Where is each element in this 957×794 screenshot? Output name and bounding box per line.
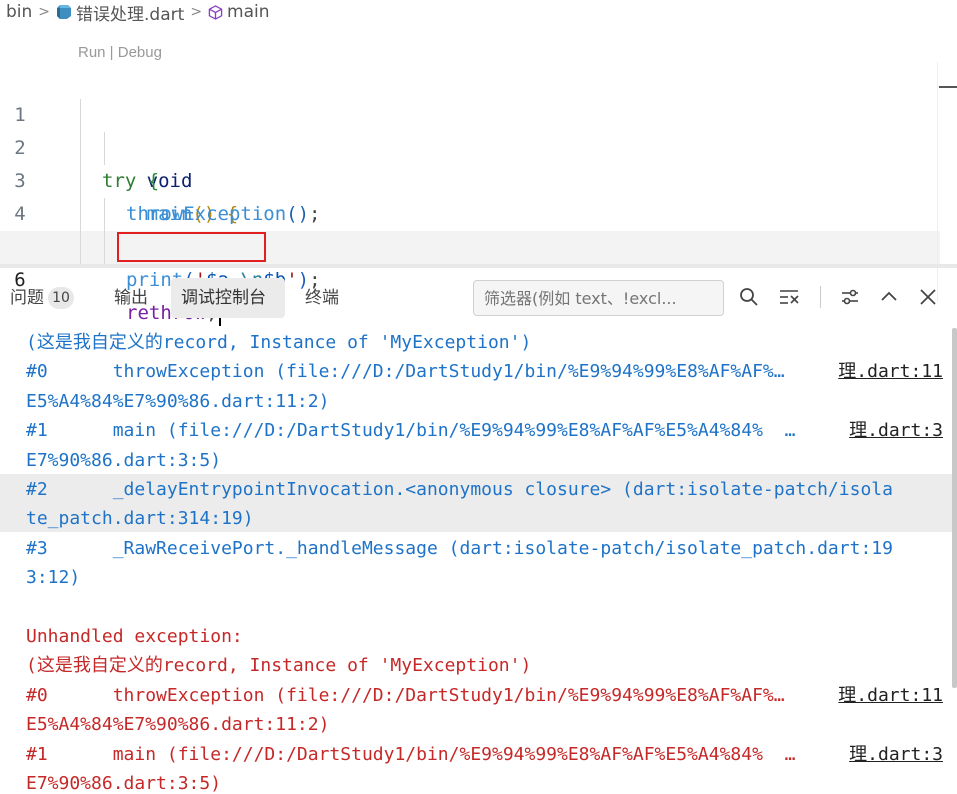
chevron-up-icon[interactable] bbox=[876, 284, 902, 310]
chevron-right-icon: > bbox=[190, 4, 203, 20]
console-line[interactable]: Unhandled exception: bbox=[26, 622, 950, 651]
console-line-text: (这是我自定义的record, Instance of 'MyException… bbox=[26, 655, 532, 677]
console-line[interactable]: #3 _RawReceivePort._handleMessage (dart:… bbox=[26, 534, 950, 563]
source-location-link[interactable]: 理.dart:3 bbox=[847, 416, 943, 446]
highlight-annotation-box bbox=[117, 232, 266, 262]
code-line-2[interactable]: 2 try { bbox=[0, 99, 940, 192]
source-location-link[interactable]: 理.dart:3 bbox=[847, 739, 943, 769]
console-line-text: 3:12) bbox=[26, 567, 81, 589]
code-line-5[interactable]: 5 print('$a \n$b'); bbox=[0, 198, 940, 291]
indent-guide bbox=[104, 198, 105, 264]
code-line-4[interactable]: 4 } catch (a, b) { bbox=[0, 165, 940, 258]
codelens-run-debug[interactable]: Run | Debug bbox=[78, 44, 162, 61]
console-line-text: #3 _RawReceivePort._handleMessage (dart:… bbox=[26, 537, 893, 559]
breadcrumb: bin > 错误处理.dart > main bbox=[6, 0, 270, 25]
tab-output[interactable]: 输出 bbox=[104, 278, 158, 318]
method-cube-icon bbox=[208, 4, 223, 20]
indent-guide bbox=[104, 132, 105, 165]
console-line-text: E7%90%86.dart:3:5) bbox=[26, 449, 222, 471]
console-line[interactable]: (这是我自定义的record, Instance of 'MyException… bbox=[26, 651, 950, 680]
console-line[interactable]: #2 _delayEntrypointInvocation.<anonymous… bbox=[26, 475, 950, 504]
console-line-text: E5%A4%84%E7%90%86.dart:11:2) bbox=[26, 390, 330, 412]
console-line[interactable]: #1 main (file:///D:/DartStudy1/bin/%E9%9… bbox=[26, 416, 950, 446]
console-line-text: #0 throwException (file:///D:/DartStudy1… bbox=[26, 361, 785, 383]
console-line[interactable]: 3:12) bbox=[26, 563, 950, 592]
console-line-text: Unhandled exception: bbox=[26, 626, 243, 647]
settings-sliders-icon[interactable] bbox=[837, 284, 863, 310]
console-line[interactable]: #1 main (file:///D:/DartStudy1/bin/%E9%9… bbox=[26, 739, 950, 769]
problems-count-badge: 10 bbox=[48, 287, 74, 309]
console-line[interactable]: E7%90%86.dart:3:5) bbox=[26, 769, 950, 794]
console-filter-input[interactable] bbox=[473, 280, 724, 316]
console-scrollbar[interactable] bbox=[952, 328, 957, 688]
source-location-link[interactable]: 理.dart:11 bbox=[836, 357, 943, 387]
console-line[interactable]: E7%90%86.dart:3:5) bbox=[26, 446, 950, 475]
tab-terminal[interactable]: 终端 bbox=[295, 278, 349, 318]
source-location-link[interactable]: 理.dart:11 bbox=[836, 680, 943, 710]
code-editor[interactable]: Run | Debug 1 void main() { 2 try { 3 th… bbox=[0, 36, 957, 326]
console-line-text: te_patch.dart:314:19) bbox=[26, 508, 254, 530]
console-line[interactable]: E5%A4%84%E7%90%86.dart:11:2) bbox=[26, 710, 950, 739]
console-line[interactable]: te_patch.dart:314:19) bbox=[26, 504, 950, 533]
indent-guide bbox=[80, 99, 81, 264]
console-line-text: #2 _delayEntrypointInvocation.<anonymous… bbox=[26, 479, 893, 500]
console-line[interactable]: E5%A4%84%E7%90%86.dart:11:2) bbox=[26, 387, 950, 416]
debug-console-output[interactable]: (这是我自定义的record, Instance of 'MyException… bbox=[0, 328, 957, 794]
console-line-text: #1 main (file:///D:/DartStudy1/bin/%E9%9… bbox=[26, 743, 796, 765]
console-line-text: #1 main (file:///D:/DartStudy1/bin/%E9%9… bbox=[26, 420, 796, 442]
code-line-1[interactable]: 1 void main() { bbox=[0, 66, 940, 225]
close-icon[interactable] bbox=[915, 284, 941, 310]
console-line-text: E5%A4%84%E7%90%86.dart:11:2) bbox=[26, 714, 330, 736]
console-line[interactable]: #0 throwException (file:///D:/DartStudy1… bbox=[26, 357, 950, 387]
tab-problems[interactable]: 问题 10 bbox=[0, 278, 84, 318]
breadcrumb-symbol[interactable]: main bbox=[208, 2, 270, 22]
panel-header: 问题 10 输出 调试控制台 终端 bbox=[0, 268, 957, 326]
toolbar-separator bbox=[820, 286, 821, 308]
console-line-text: (这是我自定义的record, Instance of 'MyException… bbox=[26, 332, 532, 353]
code-line-3[interactable]: 3 throwException(); bbox=[0, 132, 940, 225]
editor-scroll-marker[interactable] bbox=[939, 86, 957, 88]
breadcrumb-file[interactable]: 错误处理.dart bbox=[56, 0, 184, 25]
console-line-text: #0 throwException (file:///D:/DartStudy1… bbox=[26, 684, 785, 706]
search-icon[interactable] bbox=[736, 284, 762, 310]
tab-debug-console[interactable]: 调试控制台 bbox=[171, 278, 285, 318]
console-line[interactable]: #0 throwException (file:///D:/DartStudy1… bbox=[26, 680, 950, 710]
breadcrumb-folder[interactable]: bin bbox=[6, 2, 32, 22]
console-line[interactable] bbox=[26, 593, 950, 622]
console-line[interactable]: (这是我自定义的record, Instance of 'MyException… bbox=[26, 328, 950, 357]
chevron-right-icon: > bbox=[38, 4, 51, 20]
console-line-text: E7%90%86.dart:3:5) bbox=[26, 773, 222, 794]
dart-file-icon bbox=[57, 5, 72, 19]
clear-console-icon[interactable] bbox=[776, 284, 802, 310]
